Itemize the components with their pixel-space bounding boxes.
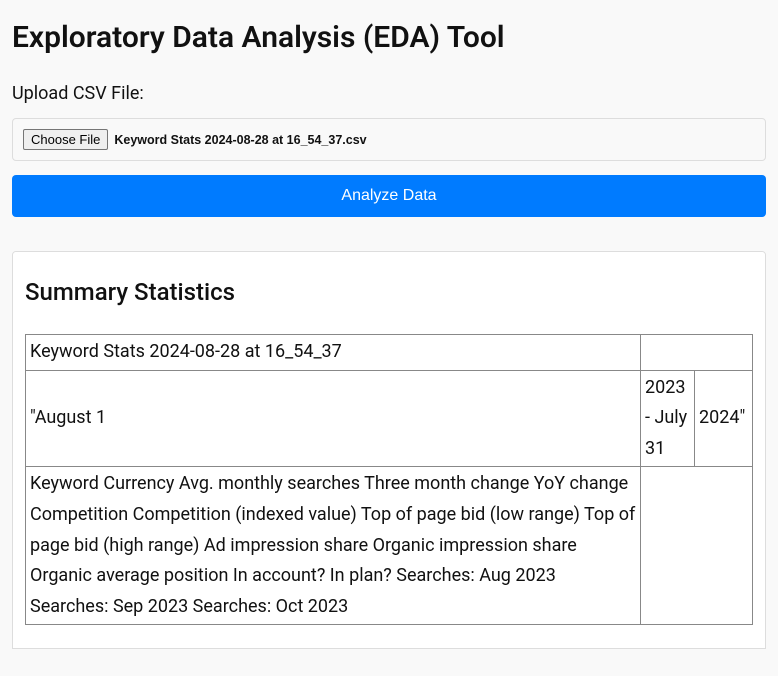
table-cell: 2024" <box>695 370 753 467</box>
upload-label: Upload CSV File: <box>12 83 766 104</box>
selected-file-name: Keyword Stats 2024-08-28 at 16_54_37.csv <box>114 133 366 147</box>
table-row: Keyword Currency Avg. monthly searches T… <box>26 467 753 625</box>
analyze-data-button[interactable]: Analyze Data <box>12 175 766 217</box>
summary-table: Keyword Stats 2024-08-28 at 16_54_37 "Au… <box>25 334 753 625</box>
choose-file-button[interactable]: Choose File <box>23 129 108 150</box>
table-cell: 2023 - July 31 <box>641 370 695 467</box>
table-cell: "August 1 <box>26 370 641 467</box>
results-panel[interactable]: Summary Statistics Keyword Stats 2024-08… <box>12 251 766 649</box>
table-row: "August 1 2023 - July 31 2024" <box>26 370 753 467</box>
page-title: Exploratory Data Analysis (EDA) Tool <box>12 20 766 55</box>
scroll-filler <box>25 625 753 649</box>
table-cell <box>641 467 753 625</box>
table-cell: Keyword Currency Avg. monthly searches T… <box>26 467 641 625</box>
table-row: Keyword Stats 2024-08-28 at 16_54_37 <box>26 335 753 371</box>
table-cell <box>641 335 753 371</box>
file-input-wrapper: Choose File Keyword Stats 2024-08-28 at … <box>12 118 766 161</box>
table-cell: Keyword Stats 2024-08-28 at 16_54_37 <box>26 335 641 371</box>
summary-statistics-heading: Summary Statistics <box>25 278 753 306</box>
